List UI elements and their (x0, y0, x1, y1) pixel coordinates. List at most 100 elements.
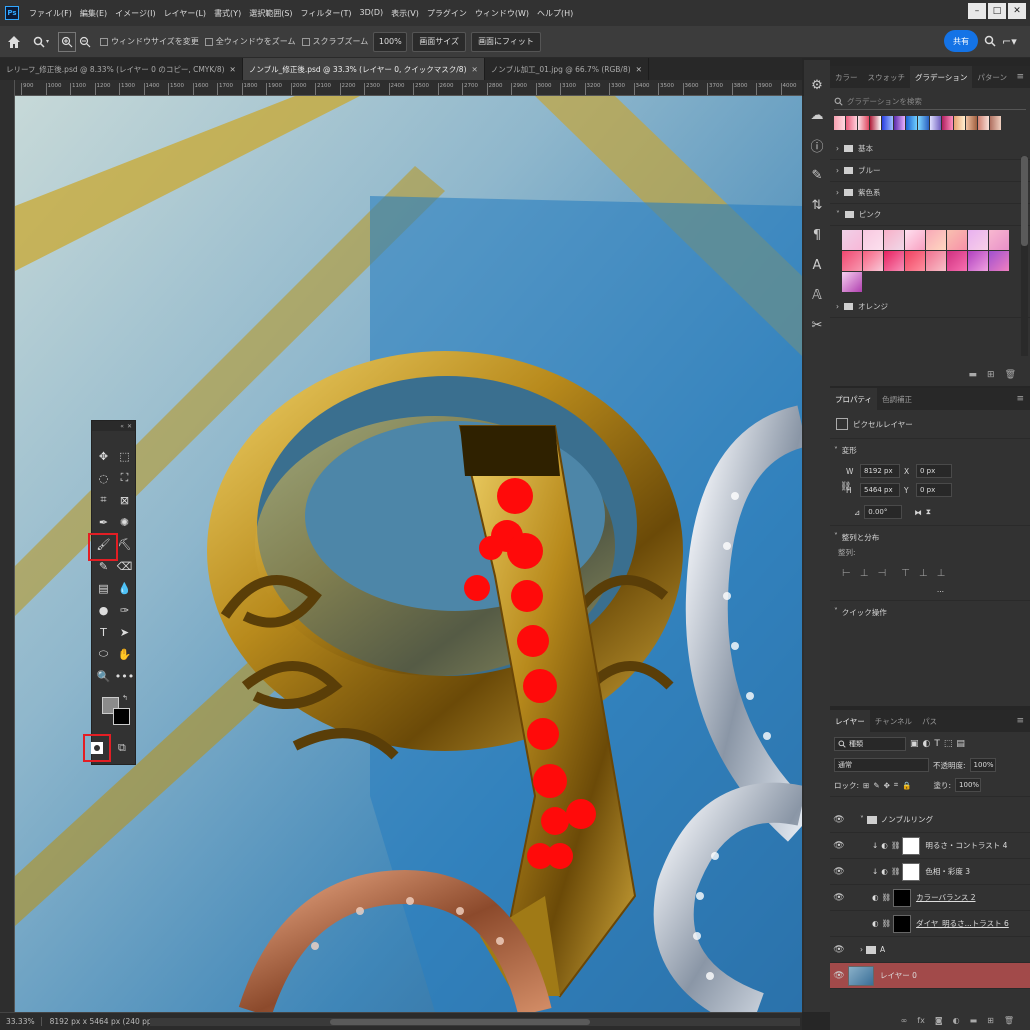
info-icon[interactable]: ⓘ (804, 132, 830, 158)
layer-row[interactable]: 👁 ↓ ◐ ⛓ 明るさ・コントラスト 4 (830, 833, 1030, 859)
mask-link-icon[interactable]: ⛓ (882, 919, 892, 928)
lasso-icon[interactable]: ◌ (93, 467, 114, 489)
move-icon[interactable]: ✥ (93, 445, 114, 467)
layer-mask-thumb[interactable] (893, 914, 912, 933)
gradient-swatch[interactable] (870, 116, 881, 130)
chevron-down-icon[interactable]: ˅ (834, 446, 838, 455)
resize-window-checkbox[interactable]: ウィンドウサイズを変更 (100, 36, 199, 47)
dodge-icon[interactable]: ● (93, 599, 114, 621)
zoom-icon[interactable]: 🔍 (93, 665, 114, 687)
filter-smart-icon[interactable]: ▤ (956, 739, 965, 749)
mask-link-icon[interactable]: ⛓ (882, 893, 892, 902)
swap-colors-icon[interactable]: ↰ (122, 694, 128, 702)
blend-mode-select[interactable]: 通常 (834, 758, 929, 772)
gradient-swatch[interactable] (966, 116, 977, 130)
status-doc-info[interactable]: 8192 px x 5464 px (240 ppi) (40, 1017, 165, 1026)
panel-menu-icon[interactable]: ≡ (1016, 72, 1030, 82)
gradient-search[interactable]: グラデーションを検索 (834, 94, 1026, 110)
gradient-swatch[interactable] (894, 116, 905, 130)
horizontal-scrollbar[interactable] (150, 1018, 800, 1026)
align-right-icon[interactable]: ⊣ (877, 568, 886, 579)
quick-mask-button[interactable] (83, 734, 111, 762)
visibility-eye-icon[interactable]: 👁 (830, 815, 848, 825)
path-select-icon[interactable]: ➤ (114, 621, 135, 643)
maximize-button[interactable]: □ (988, 3, 1006, 19)
gradient-swatch[interactable] (905, 230, 925, 250)
menu-item[interactable]: 書式(Y) (210, 8, 245, 19)
menu-item[interactable]: 選択範囲(S) (245, 8, 296, 19)
filter-type-icon[interactable]: T (934, 739, 940, 749)
gradient-swatch[interactable] (947, 251, 967, 271)
layer-row[interactable]: 👁 ˅ ノンブルリング (830, 807, 1030, 833)
paragraph-icon[interactable]: ¶ (804, 222, 830, 248)
new-group-icon[interactable]: ▬ (970, 1016, 978, 1025)
brush-panel-icon[interactable]: ✎ (804, 162, 830, 188)
menu-item[interactable]: 表示(V) (387, 8, 423, 19)
visibility-eye-icon[interactable]: 👁 (830, 867, 848, 877)
link-layers-icon[interactable]: ∞ (901, 1016, 908, 1025)
document-tab[interactable]: ノンブル_修正後.psd @ 33.3% (レイヤー 0, クイックマスク/8)… (242, 58, 485, 80)
menu-item[interactable]: ウィンドウ(W) (471, 8, 533, 19)
more-options[interactable]: ... (834, 585, 1026, 594)
panel-tab[interactable]: 色調補正 (877, 388, 917, 410)
home-icon[interactable] (0, 35, 28, 49)
flip-horizontal-icon[interactable]: ⧓ (914, 508, 922, 517)
filter-shape-icon[interactable]: ⬚ (944, 739, 953, 749)
hand-icon[interactable]: ✋ (114, 643, 135, 665)
align-left-icon[interactable]: ⊢ (842, 568, 851, 579)
chevron-icon[interactable]: › (860, 945, 863, 954)
lock-all-icon[interactable]: 🔒 (902, 781, 911, 790)
gradient-swatch[interactable] (918, 116, 929, 130)
gradient-swatch[interactable] (884, 230, 904, 250)
collapse-icon[interactable]: « (120, 423, 124, 430)
new-gradient-icon[interactable]: ⊞ (987, 370, 995, 380)
crop-icon[interactable]: ⌗ (93, 489, 114, 511)
gradient-folder[interactable]: › 基本 (830, 138, 1030, 160)
menu-item[interactable]: レイヤー(L) (160, 8, 210, 19)
gradient-swatch[interactable] (947, 230, 967, 250)
align-middle-icon[interactable]: ⊥ (919, 568, 928, 579)
align-center-h-icon[interactable]: ⊥ (860, 568, 869, 579)
fit-screen-button[interactable]: 画面サイズ (412, 31, 467, 52)
gradient-swatch[interactable] (989, 251, 1009, 271)
menu-item[interactable]: プラグイン (423, 8, 471, 19)
visibility-eye-icon[interactable]: 👁 (830, 945, 848, 955)
new-folder-icon[interactable]: ▬ (969, 370, 978, 380)
gradients-scrollbar[interactable] (1021, 156, 1028, 356)
align-bottom-icon[interactable]: ⊥ (937, 568, 946, 579)
gradient-swatch[interactable] (842, 230, 862, 250)
trash-icon[interactable]: 🗑 (1005, 370, 1016, 380)
flip-vertical-icon[interactable]: ⧗ (926, 507, 931, 517)
gradient-swatch[interactable] (930, 116, 941, 130)
gradient-swatch[interactable] (978, 116, 989, 130)
gradient-swatch[interactable] (942, 116, 953, 130)
menu-item[interactable]: イメージ(I) (111, 8, 159, 19)
filter-adjust-icon[interactable]: ◐ (923, 739, 931, 749)
screen-mode-icon[interactable]: ⧉ (118, 741, 126, 755)
lock-position-icon[interactable]: ✥ (884, 781, 890, 790)
gradient-folder[interactable]: › 紫色系 (830, 182, 1030, 204)
close-panel-icon[interactable]: ✕ (127, 423, 132, 430)
menu-item[interactable]: ファイル(F) (25, 8, 76, 19)
gradient-folder[interactable]: ˅ ピンク (830, 204, 1030, 226)
color-swatches[interactable]: ↰ (102, 694, 132, 729)
chevron-down-icon[interactable]: ˅ (834, 532, 838, 543)
layer-row[interactable]: 👁 レイヤー 0 (830, 963, 1030, 989)
glyph-icon[interactable]: 𝔸 (804, 282, 830, 308)
panel-tab[interactable]: パス (917, 710, 942, 732)
mask-link-icon[interactable]: ⛓ (891, 867, 901, 876)
panel-tab[interactable]: レイヤー (830, 710, 870, 732)
layer-mask-thumb[interactable] (902, 862, 921, 881)
link-icon[interactable]: ⛓ (840, 482, 851, 492)
gradient-swatch[interactable] (858, 116, 869, 130)
width-field[interactable]: 8192 px (860, 464, 900, 478)
height-field[interactable]: 5464 px (860, 483, 900, 497)
y-field[interactable]: 0 px (916, 483, 952, 497)
layer-row[interactable]: 👁 ↓ ◐ ⛓ 色相・彩度 3 (830, 859, 1030, 885)
gradient-swatch[interactable] (863, 230, 883, 250)
close-tab-icon[interactable]: ✕ (472, 65, 478, 74)
object-select-icon[interactable]: ⛶ (114, 467, 135, 489)
gradient-swatch[interactable] (989, 230, 1009, 250)
layer-row[interactable]: ◐ ⛓ ダイヤ_明るさ...トラスト 6 (830, 911, 1030, 937)
tools-panel-header[interactable]: «✕ (92, 421, 135, 431)
